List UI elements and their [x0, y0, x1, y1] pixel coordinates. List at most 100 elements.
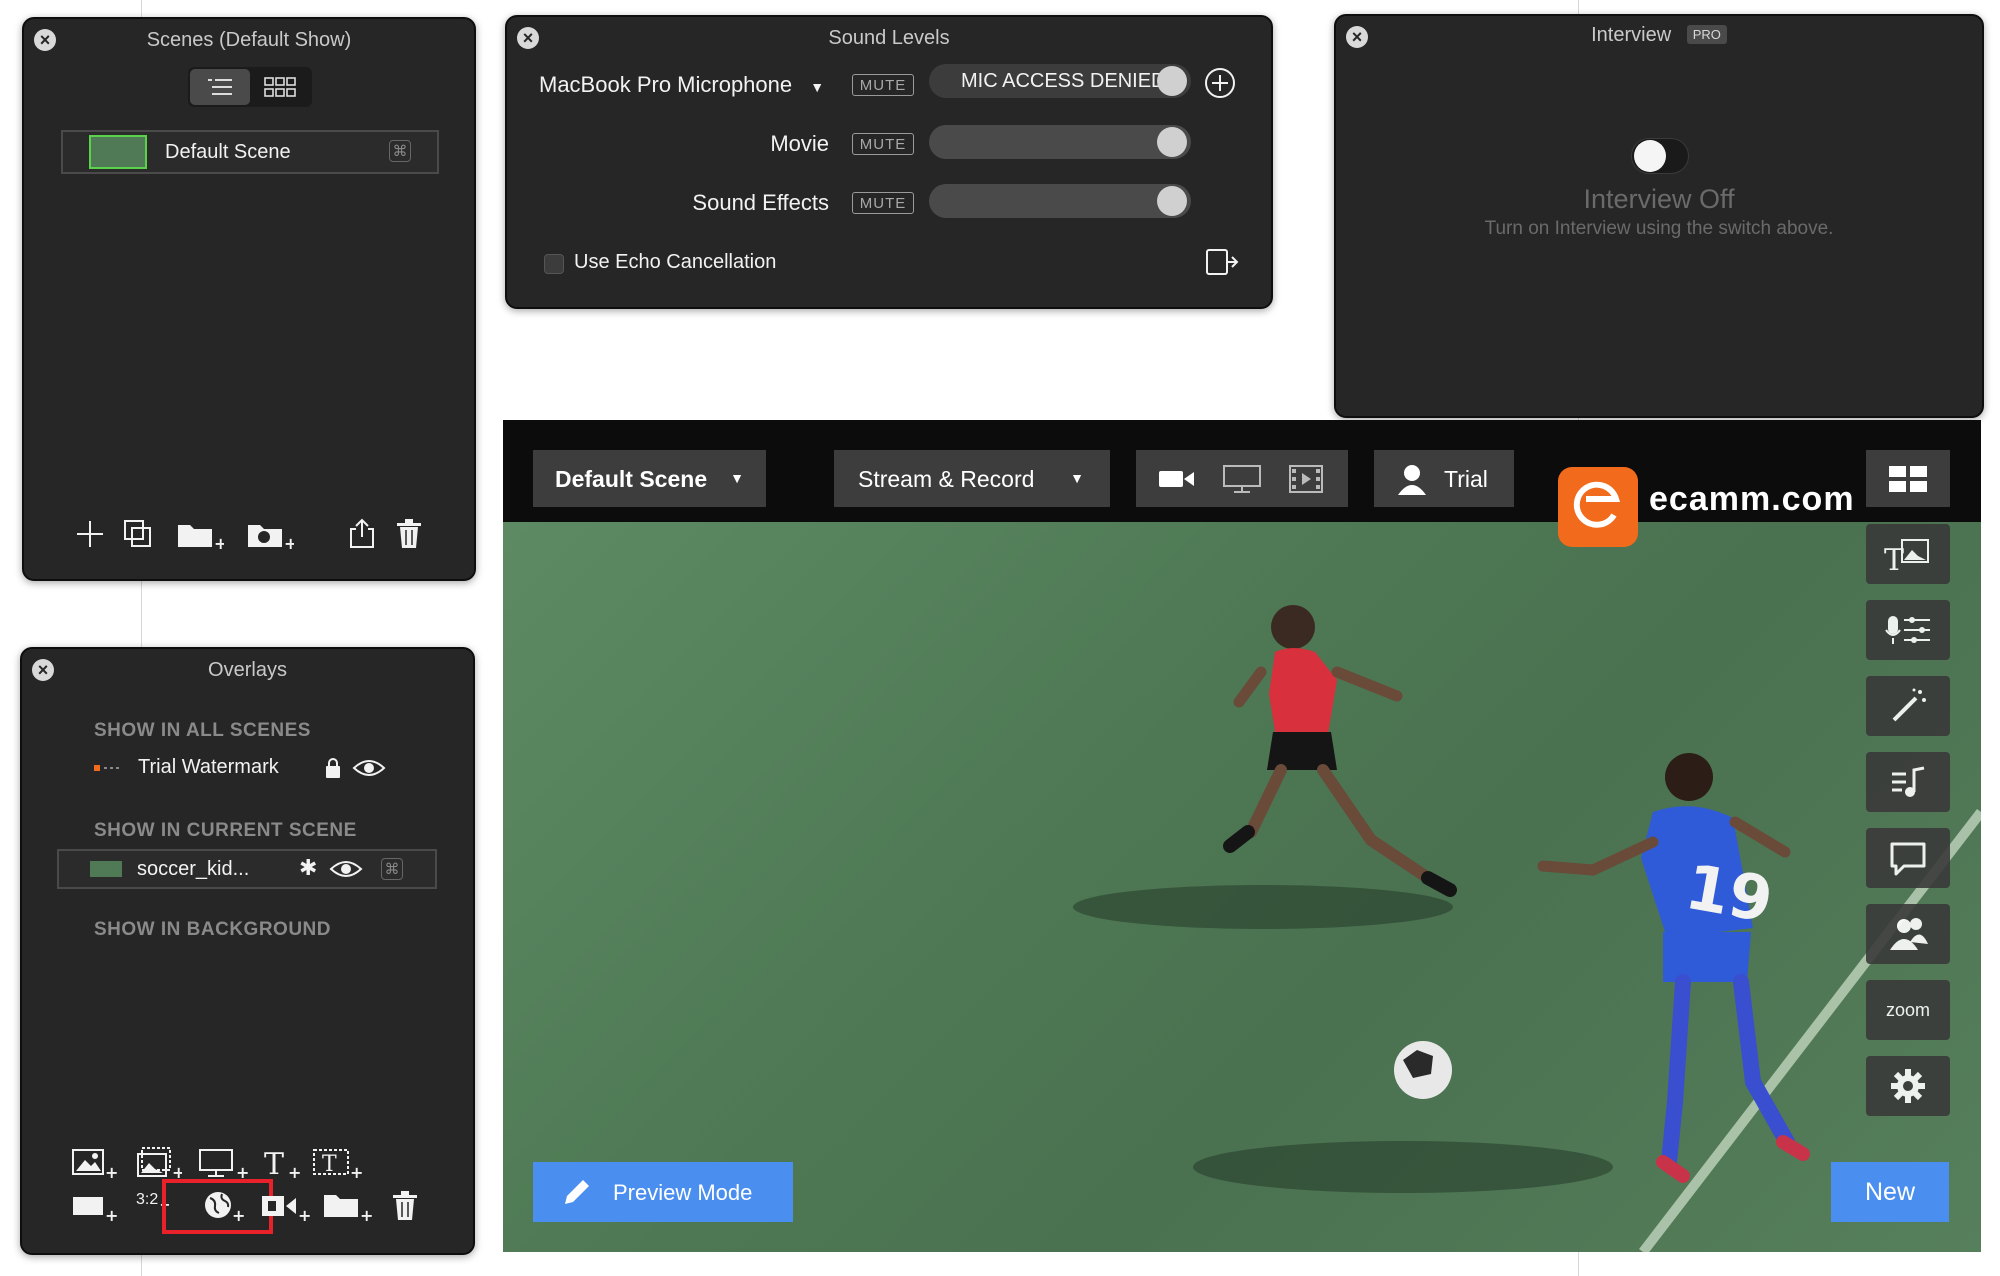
trial-label: Trial: [1444, 466, 1488, 492]
preview-mode-button[interactable]: Preview Mode: [533, 1162, 793, 1222]
chevron-down-icon: ▼: [730, 470, 744, 486]
slider-knob[interactable]: [1157, 66, 1187, 96]
sound-levels-panel: × Sound Levels MacBook Pro Microphone ▼ …: [505, 15, 1273, 309]
user-icon: [1398, 465, 1426, 495]
zoom-label: zoom: [1885, 999, 1930, 1020]
comments-tool-button[interactable]: [1866, 828, 1950, 888]
grid-view-button[interactable]: [250, 69, 310, 105]
eye-icon[interactable]: [329, 858, 363, 880]
list-view-icon: [208, 79, 232, 95]
mute-button[interactable]: MUTE: [852, 74, 914, 96]
scene-from-clock-icon[interactable]: +: [246, 519, 294, 551]
mute-button[interactable]: MUTE: [852, 192, 914, 214]
output-mode-select[interactable]: Stream & Record ▼: [834, 450, 1110, 507]
trash-icon[interactable]: [392, 1191, 418, 1221]
trial-account-button[interactable]: Trial: [1374, 450, 1514, 507]
mic-status-text: MIC ACCESS DENIED: [961, 70, 1166, 92]
audio-mixer-tool-button[interactable]: [1866, 600, 1950, 660]
section-header-all-scenes: SHOW IN ALL SCENES: [94, 720, 311, 741]
guests-tool-button[interactable]: [1866, 904, 1950, 964]
gear-icon: [1891, 1069, 1925, 1103]
screen-share-icon[interactable]: [1222, 464, 1262, 494]
speech-bubble-icon: [1890, 842, 1926, 876]
overlay-item[interactable]: Trial Watermark: [94, 753, 394, 785]
duplicate-scene-icon[interactable]: [123, 519, 153, 549]
share-icon[interactable]: [348, 517, 376, 549]
audio-source-select[interactable]: MacBook Pro Microphone ▼: [539, 72, 824, 98]
music-list-icon: [1892, 766, 1925, 797]
slider-knob[interactable]: [1157, 186, 1187, 216]
scene-select[interactable]: Default Scene ▼: [533, 450, 766, 507]
overlay-thumbnail: [90, 861, 122, 877]
scene-shortcut-badge[interactable]: ⌘: [389, 140, 411, 162]
panel-title: Sound Levels: [828, 27, 950, 49]
preview-mode-label: Preview Mode: [613, 1180, 753, 1205]
svg-text:T: T: [264, 1147, 284, 1180]
new-folder-icon[interactable]: +: [176, 519, 224, 551]
audio-routing-icon[interactable]: [1205, 247, 1239, 277]
text-image-icon: T: [1884, 539, 1929, 572]
svg-text:+: +: [236, 1163, 248, 1180]
svg-text:+: +: [105, 1163, 117, 1180]
layout-grid-icon: [1889, 466, 1927, 492]
svg-text:+: +: [214, 534, 224, 551]
mute-button[interactable]: MUTE: [852, 133, 914, 155]
scene-select-label: Default Scene: [555, 466, 708, 492]
add-source-icon[interactable]: [1204, 67, 1236, 99]
new-button[interactable]: New: [1831, 1162, 1949, 1222]
svg-text:T: T: [322, 1152, 337, 1177]
overlay-item[interactable]: soccer_kid... ✱ ⌘: [57, 849, 437, 889]
add-title-overlay-icon[interactable]: T +: [312, 1146, 362, 1180]
overlay-label: Trial Watermark: [138, 756, 279, 778]
trash-icon[interactable]: [396, 519, 422, 549]
svg-text:+: +: [172, 1163, 182, 1180]
music-tool-button[interactable]: [1866, 752, 1950, 812]
add-text-overlay-icon[interactable]: T +: [262, 1146, 302, 1180]
title-overlay-tool-button[interactable]: T: [1866, 524, 1950, 584]
overlay-shortcut-badge[interactable]: ⌘: [381, 858, 403, 880]
add-screen-share-overlay-icon[interactable]: +: [198, 1146, 248, 1180]
add-web-overlay-icon[interactable]: +: [202, 1189, 248, 1223]
audio-source-label: MacBook Pro Microphone: [539, 72, 793, 97]
lock-icon[interactable]: [324, 757, 342, 779]
source-type-buttons: [1136, 450, 1348, 507]
svg-text:+: +: [298, 1206, 311, 1223]
layout-toggle-button[interactable]: [1866, 450, 1950, 507]
add-camera-overlay-icon[interactable]: +: [260, 1189, 312, 1223]
slider-knob[interactable]: [1157, 127, 1187, 157]
svg-text:+: +: [105, 1206, 117, 1223]
svg-text:+: +: [232, 1206, 245, 1223]
settings-tool-button[interactable]: [1866, 1056, 1950, 1116]
ratio-label: 3:2: [136, 1191, 159, 1208]
svg-text:+: +: [284, 534, 294, 551]
pencil-icon: [565, 1180, 589, 1204]
scene-thumbnail: [89, 135, 147, 169]
effects-tool-button[interactable]: [1866, 676, 1950, 736]
svg-text:+: +: [350, 1163, 362, 1180]
pro-badge: PRO: [1686, 25, 1727, 44]
add-scene-icon[interactable]: [75, 519, 105, 549]
gear-icon[interactable]: ✱: [299, 855, 317, 881]
movie-level-slider[interactable]: [929, 125, 1191, 159]
add-folder-overlay-icon[interactable]: +: [322, 1189, 372, 1223]
mic-level-slider[interactable]: MIC ACCESS DENIED: [929, 64, 1191, 98]
eye-icon[interactable]: [352, 757, 386, 779]
sound-effects-level-slider[interactable]: [929, 184, 1191, 218]
svg-text:19: 19: [1680, 850, 1778, 937]
scenes-panel: × Scenes (Default Show) Default Scene ⌘ …: [22, 17, 476, 581]
camera-icon[interactable]: [1158, 467, 1196, 491]
list-view-button[interactable]: [190, 69, 250, 105]
add-image-overlay-icon[interactable]: +: [71, 1146, 117, 1180]
zoom-tool-button[interactable]: zoom: [1866, 980, 1950, 1040]
svg-text:+: +: [360, 1206, 372, 1223]
video-preview[interactable]: 19: [503, 522, 1981, 1252]
scene-item[interactable]: Default Scene ⌘: [61, 130, 439, 174]
interview-toggle[interactable]: [1631, 138, 1689, 174]
video-file-icon[interactable]: [1288, 464, 1324, 494]
people-icon: [1890, 918, 1928, 950]
add-slideshow-overlay-icon[interactable]: +: [136, 1146, 182, 1180]
main-window: 19 Default Scene ▼ Stream & Record ▼ Tri…: [503, 420, 1981, 1252]
chevron-down-icon: ▼: [1070, 470, 1084, 486]
echo-cancellation-checkbox[interactable]: [544, 254, 564, 274]
add-color-overlay-icon[interactable]: +: [71, 1189, 117, 1223]
